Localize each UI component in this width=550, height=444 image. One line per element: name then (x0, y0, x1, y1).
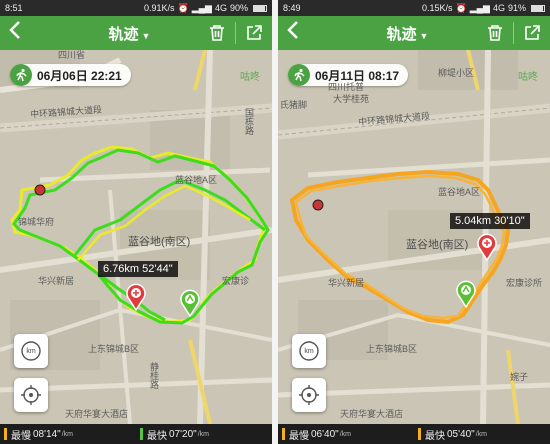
runner-icon (10, 64, 32, 86)
map-label-area-a: 蓝谷地A区 (175, 175, 218, 185)
alarm-icon: ⏰ (455, 2, 467, 13)
locate-button[interactable] (14, 378, 48, 412)
status-time: 8:49 (283, 3, 301, 13)
km-toggle-button[interactable]: km (14, 334, 48, 368)
fastest-pace: 最快 07'20" /km (136, 427, 272, 442)
map-label-area: 蓝谷地(南区) (128, 236, 191, 248)
share-icon (247, 25, 262, 40)
map-label-top3: 大学桂苑 (333, 94, 370, 104)
km-label: km (304, 347, 314, 355)
back-button[interactable] (278, 16, 308, 50)
chevron-left-icon (287, 21, 298, 39)
map-label-yuanzi: 婉子 (510, 372, 529, 382)
battery-icon (531, 4, 545, 12)
date-pill: 06月06日 22:21 (10, 64, 131, 86)
map-label-hongkang: 宏康诊所 (506, 278, 543, 288)
chevron-left-icon (9, 21, 20, 39)
map-label-gudong: 咕咚 (518, 72, 538, 83)
share-button[interactable] (236, 16, 272, 50)
map-label-huaxing: 华兴新居 (38, 276, 75, 286)
network-type: 4G (492, 3, 505, 13)
network-speed: 0.15K/s (421, 3, 453, 13)
screen-left: 8:51 0.91K/s ⏰ ▂▄▆ 4G 90% 轨迹 ▼ 06月06日 22… (0, 0, 272, 444)
end-marker-icon[interactable] (475, 233, 499, 261)
signal-icon: ▂▄▆ (469, 2, 490, 13)
status-bar: 8:49 0.15K/s ⏰ ▂▄▆ 4G 91% (278, 0, 550, 16)
distance-time-tooltip: 5.04km 30'10" (450, 213, 530, 229)
map-label-left: 氏猪脚 (280, 100, 308, 110)
km-toggle-button[interactable]: km (292, 334, 326, 368)
trash-icon (210, 25, 224, 41)
network-type: 4G (214, 3, 227, 13)
map-label-gudong: 咕咚 (240, 72, 260, 83)
locate-icon (299, 385, 319, 405)
page-title: 轨迹 (108, 25, 139, 43)
map-label-tianfu: 天府华宴大酒店 (65, 409, 129, 419)
status-time: 8:51 (5, 3, 23, 13)
end-marker-icon[interactable] (124, 283, 148, 311)
locate-icon (21, 385, 41, 405)
title-dropdown[interactable]: 轨迹 ▼ (30, 23, 199, 44)
slowest-pace: 最慢 06'40" /km (278, 427, 414, 442)
slowest-pace: 最慢 08'14" /km (0, 427, 136, 442)
km-label: km (26, 347, 36, 355)
map-label-area: 蓝谷地(南区) (406, 239, 469, 251)
slowest-color-bar (282, 428, 285, 440)
battery-text: 91% (507, 3, 526, 13)
screen-right: 8:49 0.15K/s ⏰ ▂▄▆ 4G 91% 轨迹 ▼ 06月11日 08… (278, 0, 550, 444)
fastest-color-bar (140, 428, 143, 440)
battery-icon (253, 4, 267, 12)
pace-footer: 最慢 08'14" /km 最快 07'20" /km (0, 424, 272, 444)
caret-down-icon: ▼ (141, 30, 151, 41)
map-label-shangdong: 上东锦城B区 (88, 344, 140, 354)
track-date: 06月06日 22:21 (37, 68, 122, 83)
map-label-jincheng: 锦城华府 (18, 217, 55, 227)
map-label-jinggui: 静桂路 (149, 362, 159, 389)
slowest-color-bar (4, 428, 7, 440)
runner-icon (288, 64, 310, 86)
app-bar: 轨迹 ▼ (0, 16, 272, 50)
alarm-icon: ⏰ (177, 2, 189, 13)
caret-down-icon: ▼ (419, 30, 429, 41)
locate-button[interactable] (292, 378, 326, 412)
map-label-guodong: 国栋路 (244, 108, 254, 135)
share-icon (525, 25, 540, 40)
fastest-color-bar (418, 428, 421, 440)
delete-button[interactable] (199, 16, 235, 50)
map-view[interactable]: 06月06日 22:21 四川省 咕咚 中环路锦城大道段 国栋路 蓝谷地A区 锦… (0, 50, 272, 424)
map-label-top: 柳堤小区 (438, 68, 475, 78)
map-label-top: 四川省 (58, 50, 86, 60)
back-button[interactable] (0, 16, 30, 50)
signal-icon: ▂▄▆ (191, 2, 212, 13)
trash-icon (488, 25, 502, 41)
start-marker-icon[interactable] (178, 289, 202, 317)
app-bar: 轨迹 ▼ (278, 16, 550, 50)
pace-footer: 最慢 06'40" /km 最快 05'40" /km (278, 424, 550, 444)
title-dropdown[interactable]: 轨迹 ▼ (308, 23, 477, 44)
map-label-tianfu: 天府华宴大酒店 (340, 409, 404, 419)
network-speed: 0.91K/s (143, 3, 175, 13)
fastest-pace: 最快 05'40" /km (414, 427, 550, 442)
battery-text: 90% (229, 3, 248, 13)
map-label-huaxing: 华兴新居 (328, 278, 365, 288)
map-label-hongkang: 宏康诊 (222, 276, 250, 286)
map-view[interactable]: 06月11日 08:17 柳堤小区 咕咚 四川托普 大学桂苑 氏猪脚 中环路锦城… (278, 50, 550, 424)
map-label-shangdong: 上东锦城B区 (366, 344, 418, 354)
delete-button[interactable] (477, 16, 513, 50)
page-title: 轨迹 (386, 25, 417, 43)
start-marker-icon[interactable] (454, 280, 478, 308)
status-bar: 8:51 0.91K/s ⏰ ▂▄▆ 4G 90% (0, 0, 272, 16)
map-label-area-a: 蓝谷地A区 (438, 187, 481, 197)
distance-time-tooltip: 6.76km 52'44" (98, 261, 178, 277)
share-button[interactable] (514, 16, 550, 50)
